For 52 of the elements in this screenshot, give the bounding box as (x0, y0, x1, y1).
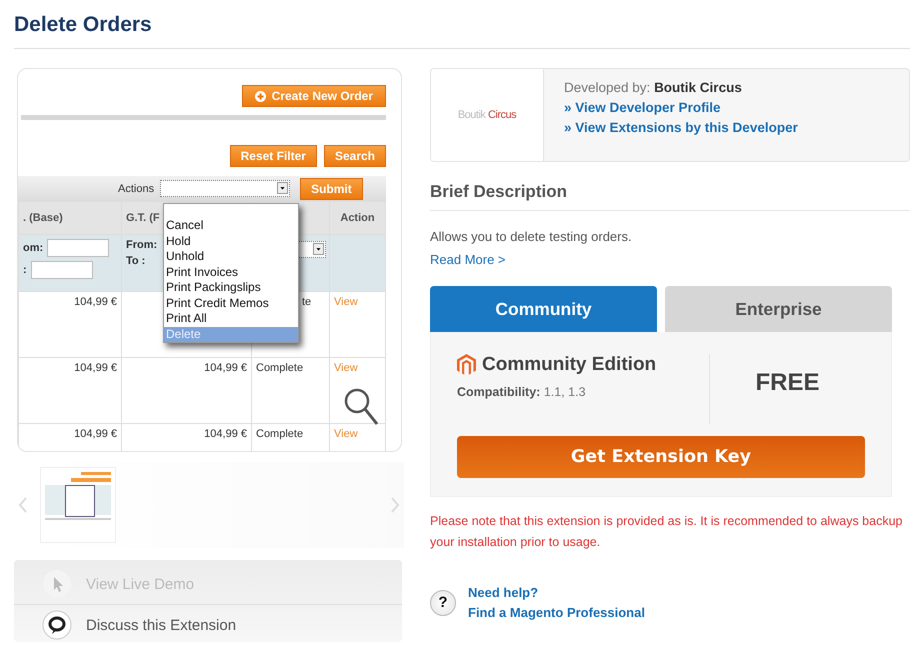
price-text: FREE (755, 369, 820, 397)
chevron-left-icon[interactable] (18, 496, 28, 514)
actions-label: Actions (118, 182, 154, 194)
caret-icon (313, 243, 324, 255)
column-header: Action (330, 202, 386, 234)
dropdown-option[interactable]: Print Invoices (164, 264, 298, 280)
dropdown-option[interactable]: Unhold (164, 249, 298, 264)
filter-label: From: (126, 239, 158, 251)
help-badge: ? (430, 590, 456, 616)
table-cell: 104,99 € (18, 292, 122, 358)
compatibility-text: Compatibility: 1.1, 1.3 (457, 385, 587, 399)
disclaimer-text: Please note that this extension is provided as is. It is recommended to always backup your installation prior to usage. (430, 513, 904, 551)
edition-name: Community Edition (482, 354, 656, 376)
column-header: . (Base) (18, 202, 122, 234)
find-professional-link[interactable]: Find a Magento Professional (468, 605, 645, 620)
dropdown-option[interactable]: Hold (164, 234, 298, 249)
magnifier-icon (343, 387, 379, 427)
filter-input[interactable] (47, 239, 110, 257)
view-link[interactable]: View (334, 296, 358, 308)
developer-logo: Boutik Circus (458, 109, 516, 121)
section-heading: Brief Description (430, 182, 910, 211)
submit-button[interactable]: Submit (300, 178, 363, 200)
developer-extensions-link[interactable]: » View Extensions by this Developer (564, 120, 798, 135)
table-cell: 104,99 € (18, 358, 122, 424)
filter-label: To : (126, 255, 146, 267)
get-extension-key-button[interactable]: Get Extension Key (457, 436, 865, 478)
table-cell: Complete (252, 358, 330, 424)
caret-icon (277, 182, 288, 194)
magento-logo-icon (457, 354, 476, 376)
view-link[interactable]: View (334, 428, 358, 440)
filter-label: om: (23, 242, 44, 254)
developer-credit: Developed by: Boutik Circus (564, 80, 743, 95)
need-help-link[interactable]: Need help? (468, 585, 645, 600)
read-more-link[interactable]: Read More > (430, 252, 506, 267)
page-title: Delete Orders (14, 14, 910, 49)
chevron-right-icon[interactable] (390, 496, 400, 514)
discuss-link[interactable]: Discuss this Extension (86, 616, 236, 634)
actions-select[interactable] (160, 180, 290, 197)
view-link[interactable]: View (334, 362, 358, 374)
search-button[interactable]: Search (324, 145, 386, 167)
developer-profile-link[interactable]: » View Developer Profile (564, 100, 798, 115)
edition-tab[interactable]: Enterprise (665, 286, 892, 332)
edition-tab[interactable]: Community (430, 286, 657, 332)
filter-label: : (23, 264, 27, 276)
speech-bubble-icon (42, 610, 72, 640)
description-text: Allows you to delete testing orders. (430, 229, 633, 244)
filter-input[interactable] (30, 261, 93, 279)
table-cell: 104,99 € (122, 358, 252, 424)
thumbnail-drawing[interactable] (40, 467, 116, 543)
reset-filter-button[interactable]: Reset Filter (230, 145, 317, 167)
plus-icon (254, 90, 266, 102)
create-order-button[interactable]: Create New Order (242, 85, 386, 107)
